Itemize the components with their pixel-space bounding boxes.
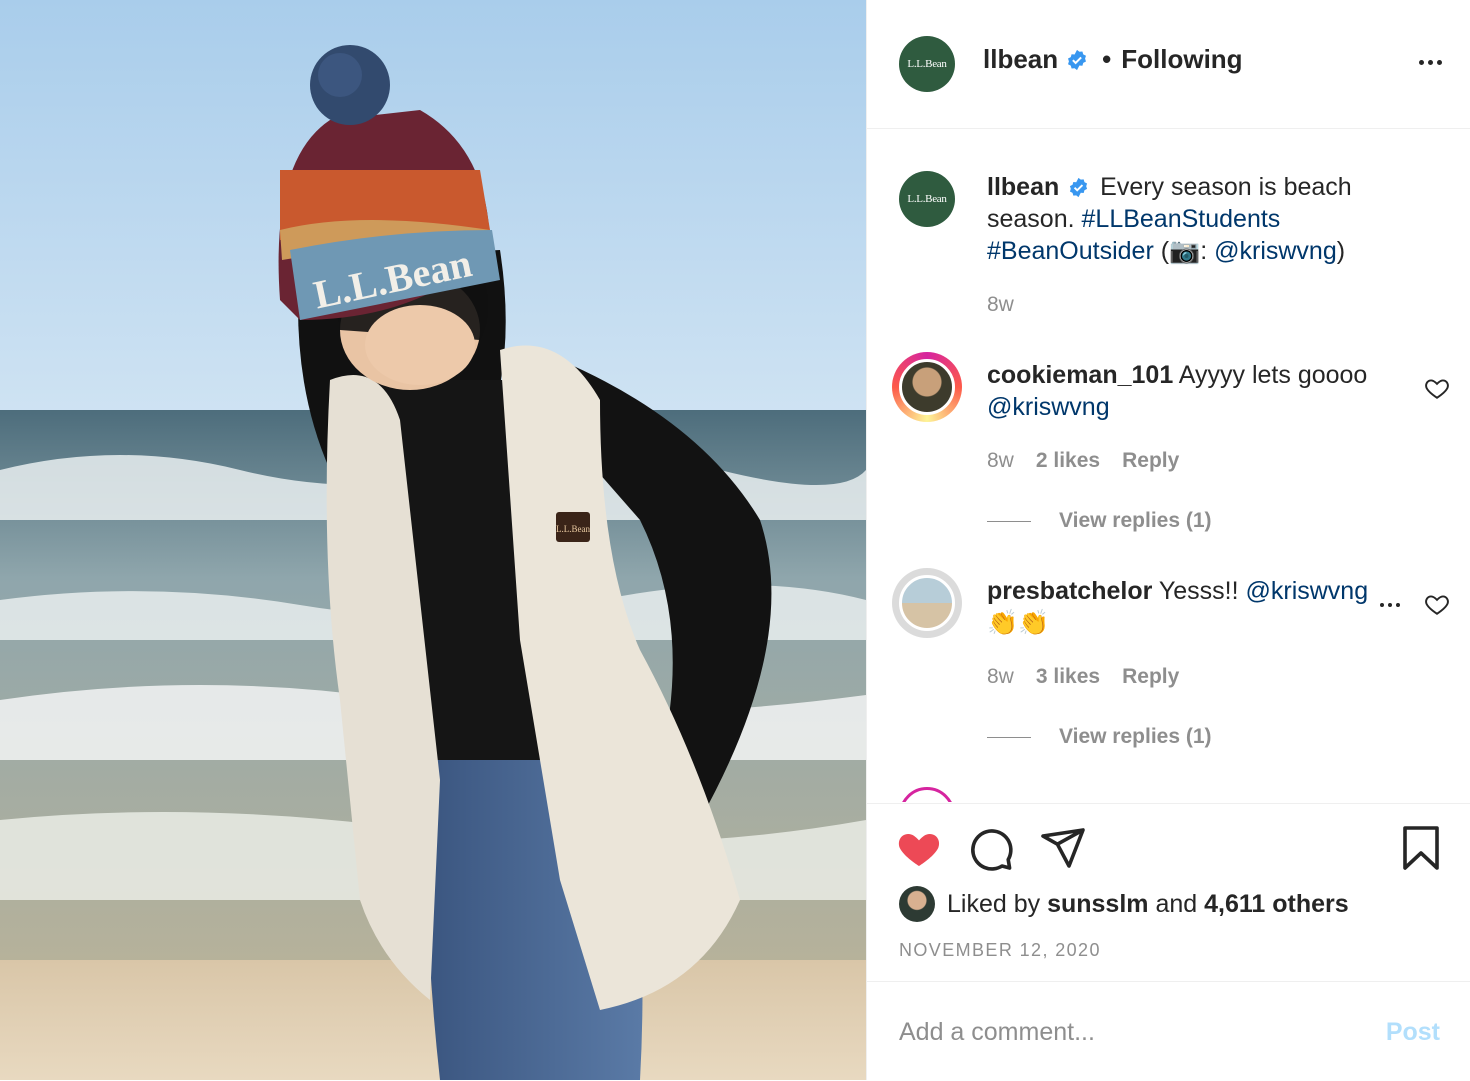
caption-meta: 8w [987,293,1014,317]
reply-button[interactable]: Reply [1122,665,1179,689]
post-view: L.L.Bean L.L.Bean L.L.Bean llbean • Foll… [0,0,1470,1080]
camera-emoji: 📷 [1169,237,1201,265]
comment-username[interactable]: cookieman_101 [987,361,1173,389]
mention-link[interactable]: @kriswvng [1214,237,1337,265]
comment-time[interactable]: 8w [987,449,1014,473]
liker-username[interactable]: sunsslm [1047,890,1148,919]
commenter-photo [899,359,955,415]
hashtag-link[interactable]: #LLBeanStudents [1082,205,1281,233]
view-replies-label: View replies (1) [1059,725,1212,748]
author-avatar[interactable]: L.L.Bean [899,36,955,92]
view-replies-label: View replies (1) [1059,509,1212,532]
comment-emoji: 👏👏 [987,609,1050,637]
reply-button[interactable]: Reply [1122,449,1179,473]
view-replies-button[interactable]: View replies (1) [987,725,1212,749]
beach-photo-illustration: L.L.Bean L.L.Bean [0,0,866,1080]
liked-by: Liked by sunsslm and 4,611 others [899,886,1349,922]
heart-outline-icon[interactable] [1424,591,1450,617]
svg-text:L.L.Bean: L.L.Bean [556,524,590,534]
heart-filled-icon[interactable] [895,824,943,872]
commenter-avatar[interactable] [892,568,962,638]
comment-meta: 8w 3 likes Reply [987,665,1179,689]
action-bar: Liked by sunsslm and 4,611 others NOVEMB… [867,803,1470,982]
caption-text: llbean Every season is beach season. #LL… [987,171,1387,267]
post-date[interactable]: NOVEMBER 12, 2020 [899,940,1101,961]
verified-badge-icon [1068,49,1087,70]
comment-more-icon[interactable] [1376,595,1404,615]
comment-likes[interactable]: 2 likes [1036,449,1100,473]
caption-avatar[interactable]: L.L.Bean [899,171,955,227]
commenter-avatar[interactable] [892,352,962,422]
post-photo[interactable]: L.L.Bean L.L.Bean [0,0,866,1080]
commenter-photo [899,575,955,631]
hashtag-link[interactable]: #BeanOutsider [987,237,1154,265]
post-header: L.L.Bean llbean • Following [867,0,1470,129]
mention-link[interactable]: @kriswvng [987,393,1110,421]
comment-meta: 8w 2 likes Reply [987,449,1179,473]
heart-outline-icon[interactable] [1424,375,1450,401]
comments-list[interactable]: L.L.Bean llbean Every season is beach se… [867,129,1470,802]
separator-dot: • [1102,44,1112,74]
next-comment-avatar[interactable] [899,787,955,802]
divider [987,736,1031,738]
mention-link[interactable]: @kriswvng [1245,577,1368,605]
post-sidebar: L.L.Bean llbean • Following L.L.Bean llb… [866,0,1470,1080]
add-comment-bar: Add a comment... Post [867,981,1470,1081]
caption-time[interactable]: 8w [987,293,1014,317]
post-button[interactable]: Post [1386,1018,1440,1047]
comment-text: cookieman_101 Ayyyy lets goooo @kriswvng [987,359,1387,423]
comment-text: presbatchelor Yesss!! @kriswvng [987,575,1387,607]
comment-username[interactable]: presbatchelor [987,577,1152,605]
caption-paren-open: ( [1160,237,1170,265]
comment-likes[interactable]: 3 likes [1036,665,1100,689]
following-button[interactable]: Following [1121,44,1242,75]
caption-paren-close: ) [1336,237,1346,265]
share-icon[interactable] [1039,824,1087,872]
author-username[interactable]: llbean [983,44,1058,75]
caption-username[interactable]: llbean [987,173,1059,201]
author-info: llbean • Following [983,44,1243,75]
liked-by-prefix: Liked by [947,889,1041,918]
comment-body: Yesss!! [1158,577,1239,605]
divider [987,520,1031,522]
comment-icon[interactable] [967,824,1015,872]
likes-count[interactable]: 4,611 others [1204,890,1349,919]
bookmark-icon[interactable] [1397,824,1445,872]
liked-by-and: and [1155,889,1198,918]
comment-time[interactable]: 8w [987,665,1014,689]
comment-input[interactable]: Add a comment... [899,1018,1095,1047]
more-icon[interactable] [1416,52,1444,72]
comment-body: Ayyyy lets goooo [1178,361,1368,389]
caption-colon: : [1200,237,1208,265]
view-replies-button[interactable]: View replies (1) [987,509,1212,533]
liker-avatar[interactable] [899,886,935,922]
verified-badge-icon [1070,177,1088,198]
